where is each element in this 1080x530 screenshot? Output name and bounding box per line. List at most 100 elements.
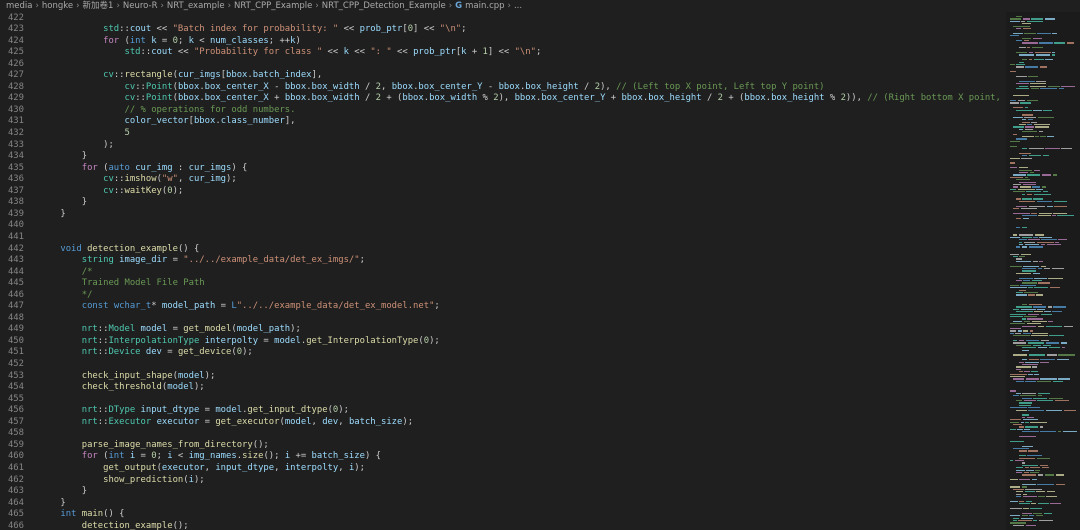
code-line[interactable]: 423 std::cout << "Batch index for probab… (0, 24, 1006, 36)
minimap-line (1024, 32, 1036, 34)
code-text: */ (39, 290, 93, 302)
minimap-line (1016, 217, 1022, 219)
code-line[interactable]: 444 /* (0, 267, 1006, 279)
code-line[interactable]: 458 (0, 428, 1006, 440)
minimap-line (1032, 260, 1038, 262)
minimap-line (1023, 280, 1031, 282)
code-line[interactable]: 448 (0, 313, 1006, 325)
code-line[interactable]: 429 cv::Point(bbox.box_center_X + bbox.b… (0, 93, 1006, 105)
code-line[interactable]: 426 (0, 59, 1006, 71)
code-line[interactable]: 461 get_output(executor, input_dtype, in… (0, 463, 1006, 475)
code-token: batch_size (348, 416, 403, 427)
code-line[interactable]: 422 (0, 13, 1006, 25)
code-line[interactable]: 446 */ (0, 290, 1006, 302)
minimap-line (1013, 256, 1018, 258)
minimap-line (1025, 426, 1039, 428)
code-line[interactable]: 442 void detection_example() { (0, 244, 1006, 256)
code-token: cur_img (188, 174, 227, 185)
code-line[interactable]: 465 int main() { (0, 509, 1006, 521)
minimap-line (1039, 236, 1052, 238)
code-line[interactable]: 449 nrt::Model model = get_model(model_p… (0, 324, 1006, 336)
code-line[interactable]: 453 check_input_shape(model); (0, 371, 1006, 383)
code-line[interactable]: 459 parse_image_names_from_directory(); (0, 440, 1006, 452)
code-line[interactable]: 456 nrt::DType input_dtype = model.get_i… (0, 405, 1006, 417)
code-line[interactable]: 434 } (0, 151, 1006, 163)
minimap-line (1022, 304, 1028, 306)
minimap-line (1028, 205, 1046, 207)
line-number: 432 (7, 128, 24, 138)
code-line[interactable]: 440 (0, 220, 1006, 232)
code-line[interactable]: 462 show_prediction(i); (0, 475, 1006, 487)
code-line[interactable]: 436 cv::imshow("w", cur_img); (0, 174, 1006, 186)
code-line[interactable]: 435 for (auto cur_img : cur_imgs) { (0, 163, 1006, 175)
code-line[interactable]: 431 color_vector[bbox.class_number], (0, 116, 1006, 128)
code-line[interactable]: 428 cv::Point(bbox.box_center_X - bbox.b… (0, 82, 1006, 94)
code-line[interactable]: 451 nrt::Device dev = get_device(0); (0, 347, 1006, 359)
code-line[interactable]: 441 (0, 232, 1006, 244)
line-number: 446 (7, 289, 24, 300)
minimap-line (1013, 524, 1025, 526)
minimap-line (1010, 162, 1016, 164)
code-line[interactable]: 447 const wchar_t* model_path = L"../../… (0, 301, 1006, 313)
code-text: std::cout << "Batch index for probabilit… (39, 24, 466, 36)
minimap-line (1031, 503, 1037, 505)
code-token: :: (113, 174, 125, 185)
minimap[interactable] (1006, 12, 1080, 530)
code-line[interactable]: 424 for (int k = 0; k < num_classes; ++k… (0, 36, 1006, 48)
code-line[interactable]: 430 // % operations for odd numbers. (0, 105, 1006, 117)
minimap-line (1022, 282, 1037, 284)
code-line[interactable]: 450 nrt::InterpolationType interpolty = … (0, 336, 1006, 348)
code-line[interactable]: 460 for (int i = 0; i < img_names.size()… (0, 451, 1006, 463)
code-line[interactable]: 464 } (0, 498, 1006, 510)
code-line[interactable]: 432 5 (0, 128, 1006, 140)
minimap-line (1016, 280, 1022, 282)
code-editor[interactable]: 422 423 std::cout << "Batch index for pro… (0, 12, 1006, 530)
minimap-line (1037, 400, 1054, 402)
minimap-line (1025, 340, 1040, 342)
code-line[interactable]: 439 } (0, 209, 1006, 221)
minimap-line (1045, 325, 1063, 327)
minimap-line (1024, 116, 1037, 118)
code-line[interactable]: 445 Trained Model File Path (0, 278, 1006, 290)
minimap-line (1051, 54, 1056, 56)
minimap-line (1028, 59, 1033, 61)
minimap-line (1019, 426, 1024, 428)
code-line[interactable]: 437 cv::waitKey(0); (0, 186, 1006, 198)
code-line[interactable]: 454 check_threshold(model); (0, 382, 1006, 394)
code-token: nrt (81, 324, 98, 335)
minimap-line (1031, 18, 1044, 20)
minimap-line (1036, 294, 1043, 296)
code-line[interactable]: 455 (0, 394, 1006, 406)
code-token: bbox (226, 70, 248, 81)
code-token: "\n" (514, 47, 536, 58)
code-text: void detection_example() { (39, 244, 199, 256)
code-line[interactable]: 438 } (0, 197, 1006, 209)
code-line[interactable]: 443 string image_dir = "../../example_da… (0, 255, 1006, 267)
minimap-line (1028, 407, 1040, 409)
minimap-line (1022, 364, 1039, 366)
minimap-line (1016, 467, 1024, 469)
code-text: detection_example(); (39, 521, 189, 530)
minimap-line (1016, 368, 1022, 370)
minimap-line (1048, 320, 1054, 322)
code-token: DType (108, 405, 136, 416)
code-line[interactable]: 427 cv::rectangle(cur_imgs[bbox.batch_in… (0, 70, 1006, 82)
minimap-line (1018, 520, 1032, 522)
code-token: / (701, 93, 718, 104)
code-token: ); (338, 405, 349, 416)
minimap-line (1034, 277, 1047, 279)
code-line[interactable]: 425 std::cout << "Probability for class … (0, 47, 1006, 59)
line-number: 466 (7, 520, 24, 530)
code-line[interactable]: 463 } (0, 486, 1006, 498)
minimap-line (1034, 52, 1051, 54)
code-token: Trained Model File Path (81, 278, 205, 289)
code-token: - (482, 81, 499, 92)
code-line[interactable]: 452 (0, 359, 1006, 371)
code-line[interactable]: 433 ); (0, 140, 1006, 152)
code-text: } (39, 151, 87, 163)
minimap-line (1010, 18, 1022, 20)
line-number: 429 (7, 93, 24, 104)
minimap-line (1058, 239, 1067, 241)
code-line[interactable]: 466 detection_example(); (0, 521, 1006, 530)
code-line[interactable]: 457 nrt::Executor executor = get_executo… (0, 417, 1006, 429)
